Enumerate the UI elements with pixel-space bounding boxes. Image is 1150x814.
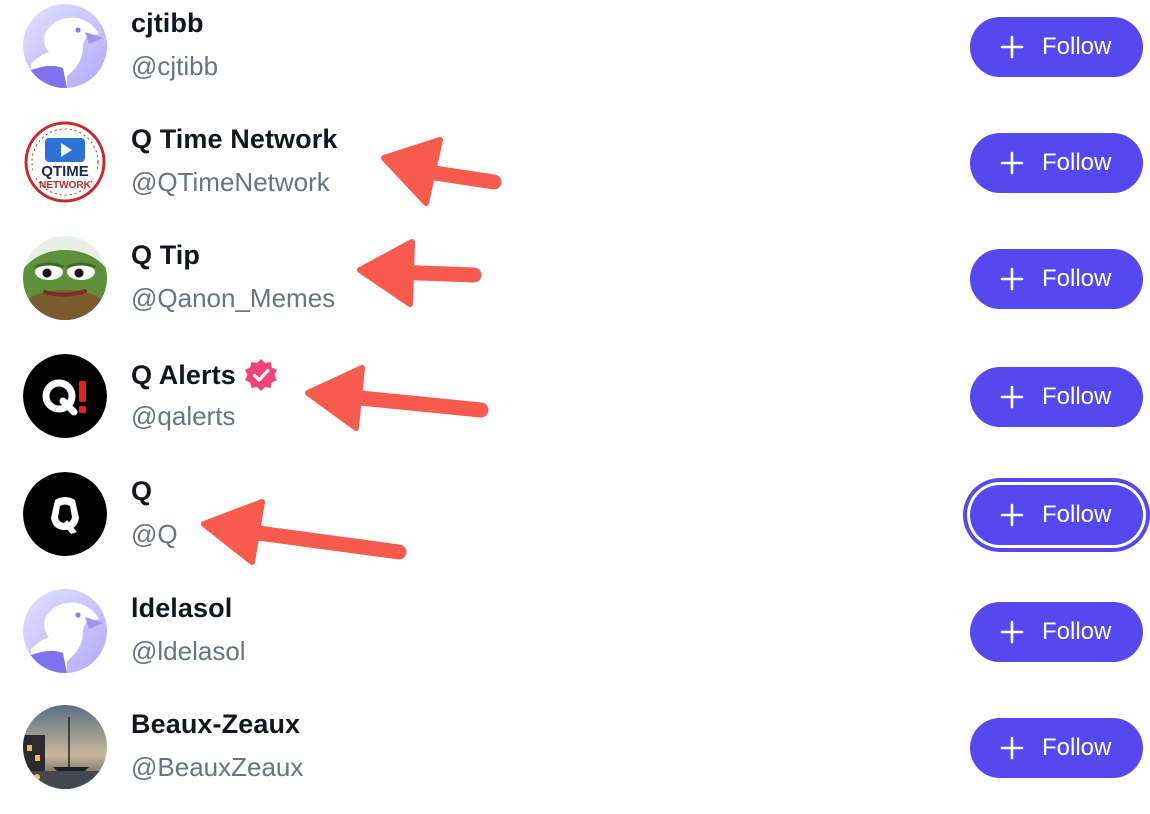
follow-button-label: Follow xyxy=(1042,734,1112,761)
plus-icon xyxy=(1000,736,1024,760)
user-row-qalerts[interactable]: Q Alerts @qalerts Follow xyxy=(0,350,1150,466)
name-line: ldelasol xyxy=(131,593,232,624)
user-handle[interactable]: @qalerts xyxy=(131,401,235,432)
user-row-q[interactable]: Q @Q Follow xyxy=(0,468,1150,584)
follow-button-label: Follow xyxy=(1042,33,1112,60)
user-row-beauxzeaux[interactable]: Beaux-Zeaux @BeauxZeaux Follow xyxy=(0,701,1150,814)
follow-button[interactable]: Follow xyxy=(970,133,1143,193)
verified-badge-icon xyxy=(244,359,277,391)
follow-button-label: Follow xyxy=(1042,501,1112,528)
who-to-follow-list: cjtibb @cjtibb Follow QTIME NETWORK Q Ti… xyxy=(0,0,1150,814)
follow-button[interactable]: Follow xyxy=(970,602,1143,662)
eagle-icon[interactable] xyxy=(23,589,107,673)
harbor-photo[interactable] xyxy=(23,705,107,789)
name-line: Q xyxy=(131,476,152,507)
user-handle[interactable]: @cjtibb xyxy=(131,51,218,82)
svg-text:QTIME: QTIME xyxy=(41,163,89,180)
name-line: Q Time Network xyxy=(131,124,337,155)
display-name[interactable]: Q Time Network xyxy=(131,124,337,155)
follow-button[interactable]: Follow xyxy=(970,17,1143,77)
follow-button[interactable]: Follow xyxy=(970,718,1143,778)
plus-icon xyxy=(1000,503,1024,527)
user-row-cjtibb[interactable]: cjtibb @cjtibb Follow xyxy=(0,0,1150,116)
plus-icon xyxy=(1000,385,1024,409)
plus-icon xyxy=(1000,35,1024,59)
user-handle[interactable]: @ldelasol xyxy=(131,636,246,667)
eagle-icon[interactable] xyxy=(23,4,107,88)
user-row-ldelasol[interactable]: ldelasol @ldelasol Follow xyxy=(0,585,1150,701)
user-handle[interactable]: @QTimeNetwork xyxy=(131,167,330,198)
plus-icon xyxy=(1000,267,1024,291)
q-alert-logo[interactable] xyxy=(23,354,107,438)
display-name[interactable]: cjtibb xyxy=(131,8,204,39)
follow-button[interactable]: Follow xyxy=(970,249,1143,309)
q-logo[interactable] xyxy=(23,472,107,556)
display-name[interactable]: Q Alerts xyxy=(131,360,236,391)
follow-button[interactable]: Follow xyxy=(970,485,1143,545)
display-name[interactable]: ldelasol xyxy=(131,593,232,624)
follow-button-label: Follow xyxy=(1042,265,1112,292)
plus-icon xyxy=(1000,151,1024,175)
user-handle[interactable]: @Q xyxy=(131,519,178,550)
display-name[interactable]: Beaux-Zeaux xyxy=(131,709,300,740)
svg-text:NETWORK: NETWORK xyxy=(39,180,91,191)
follow-button[interactable]: Follow xyxy=(970,367,1143,427)
follow-button-label: Follow xyxy=(1042,383,1112,410)
name-line: Q Tip xyxy=(131,240,200,271)
follow-button-label: Follow xyxy=(1042,149,1112,176)
name-line: Q Alerts xyxy=(131,358,278,392)
user-row-qtimenetwork[interactable]: QTIME NETWORK Q Time Network @QTimeNetwo… xyxy=(0,116,1150,232)
follow-button-label: Follow xyxy=(1042,618,1112,645)
name-line: cjtibb xyxy=(131,8,204,39)
display-name[interactable]: Q xyxy=(131,476,152,507)
user-handle[interactable]: @BeauxZeaux xyxy=(131,752,303,783)
display-name[interactable]: Q Tip xyxy=(131,240,200,271)
qtime-logo[interactable]: QTIME NETWORK xyxy=(23,120,107,204)
frog-avatar[interactable] xyxy=(23,236,107,320)
user-handle[interactable]: @Qanon_Memes xyxy=(131,283,335,314)
user-row-qanon-memes[interactable]: Q Tip @Qanon_Memes Follow xyxy=(0,232,1150,348)
plus-icon xyxy=(1000,620,1024,644)
name-line: Beaux-Zeaux xyxy=(131,709,300,740)
